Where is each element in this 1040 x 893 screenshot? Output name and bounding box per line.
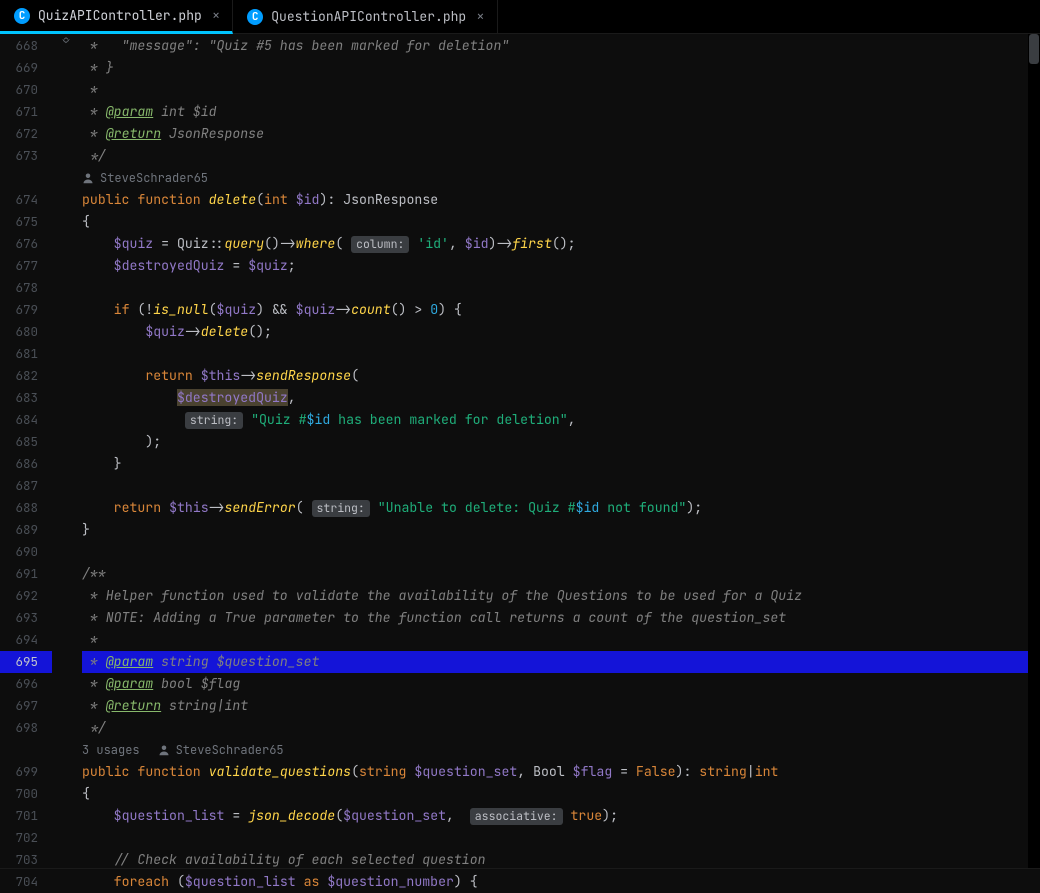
code-line[interactable]: ); bbox=[82, 431, 1040, 453]
tab-bar: C QuizAPIController.php × C QuestionAPIC… bbox=[0, 0, 1040, 34]
line-number: 676 bbox=[0, 233, 52, 255]
line-number: 679 bbox=[0, 299, 52, 321]
code-line[interactable]: } bbox=[82, 519, 1040, 541]
code-line[interactable]: * Helper function used to validate the a… bbox=[82, 585, 1040, 607]
code-line[interactable]: */ bbox=[82, 717, 1040, 739]
line-number: 675 bbox=[0, 211, 52, 233]
line-number: 684 bbox=[0, 409, 52, 431]
code-line[interactable]: * @param int $id bbox=[82, 101, 1040, 123]
line-number bbox=[0, 167, 52, 189]
code-line[interactable]: * @param bool $flag bbox=[82, 673, 1040, 695]
code-line[interactable]: * @return string|int bbox=[82, 695, 1040, 717]
line-number-gutter: 6686696706716726736746756766776786796806… bbox=[0, 34, 52, 868]
code-line[interactable]: * bbox=[82, 629, 1040, 651]
code-line[interactable]: $quiz = Quiz::query()->where( column: 'i… bbox=[82, 233, 1040, 255]
line-number: 702 bbox=[0, 827, 52, 849]
line-number: 692 bbox=[0, 585, 52, 607]
line-number: 673 bbox=[0, 145, 52, 167]
tab-quiz-api[interactable]: C QuizAPIController.php × bbox=[0, 0, 233, 34]
line-number: 704 bbox=[0, 871, 52, 893]
php-class-icon: C bbox=[14, 8, 30, 24]
code-line[interactable]: * bbox=[82, 79, 1040, 101]
line-number bbox=[0, 739, 52, 761]
line-number: 687 bbox=[0, 475, 52, 497]
editor: 6686696706716726736746756766776786796806… bbox=[0, 34, 1040, 868]
line-number: 670 bbox=[0, 79, 52, 101]
line-number: 674 bbox=[0, 189, 52, 211]
line-number: 683 bbox=[0, 387, 52, 409]
code-line[interactable]: } bbox=[82, 453, 1040, 475]
line-number: 689 bbox=[0, 519, 52, 541]
code-line[interactable]: * @return JsonResponse bbox=[82, 123, 1040, 145]
line-number: 695 bbox=[0, 651, 52, 673]
code-line[interactable]: public function delete(int $id): JsonRes… bbox=[82, 189, 1040, 211]
line-number: 700 bbox=[0, 783, 52, 805]
php-class-icon: C bbox=[247, 9, 263, 25]
code-line[interactable]: { bbox=[82, 783, 1040, 805]
code-line[interactable] bbox=[82, 827, 1040, 849]
code-line[interactable]: $question_list = json_decode($question_s… bbox=[82, 805, 1040, 827]
tab-question-api[interactable]: C QuestionAPIController.php × bbox=[233, 0, 497, 33]
fold-column: ⌵⌄⌄⌃⌃⌃⌵⌄ bbox=[52, 34, 82, 868]
code-line[interactable]: return $this->sendResponse( bbox=[82, 365, 1040, 387]
code-line[interactable]: { bbox=[82, 211, 1040, 233]
line-number: 677 bbox=[0, 255, 52, 277]
line-number: 678 bbox=[0, 277, 52, 299]
code-line[interactable]: $quiz->delete(); bbox=[82, 321, 1040, 343]
fold-toggle-icon[interactable]: ⌄ bbox=[60, 34, 72, 46]
line-number: 703 bbox=[0, 849, 52, 871]
code-line[interactable]: * "message": "Quiz #5 has been marked fo… bbox=[82, 35, 1040, 57]
line-number: 682 bbox=[0, 365, 52, 387]
line-number: 688 bbox=[0, 497, 52, 519]
vertical-scrollbar[interactable] bbox=[1028, 34, 1040, 868]
code-line[interactable]: * } bbox=[82, 57, 1040, 79]
code-line[interactable]: /** bbox=[82, 563, 1040, 585]
line-number: 694 bbox=[0, 629, 52, 651]
line-number: 668 bbox=[0, 35, 52, 57]
tab-label: QuestionAPIController.php bbox=[271, 8, 466, 25]
line-number: 686 bbox=[0, 453, 52, 475]
code-line[interactable] bbox=[82, 475, 1040, 497]
code-line[interactable]: foreach ($question_list as $question_num… bbox=[82, 871, 1040, 893]
line-number: 681 bbox=[0, 343, 52, 365]
close-icon[interactable]: × bbox=[210, 9, 222, 23]
code-line[interactable]: */ bbox=[82, 145, 1040, 167]
line-number: 701 bbox=[0, 805, 52, 827]
close-icon[interactable]: × bbox=[474, 10, 486, 24]
line-number: 698 bbox=[0, 717, 52, 739]
code-line[interactable]: // Check availability of each selected q… bbox=[82, 849, 1040, 871]
code-line[interactable]: * NOTE: Adding a True parameter to the f… bbox=[82, 607, 1040, 629]
line-number: 685 bbox=[0, 431, 52, 453]
code-line[interactable] bbox=[82, 541, 1040, 563]
code-line[interactable]: * @param string $question_set bbox=[82, 651, 1040, 673]
line-number: 690 bbox=[0, 541, 52, 563]
code-line[interactable] bbox=[82, 277, 1040, 299]
code-line[interactable]: if (!is_null($quiz) && $quiz->count() > … bbox=[82, 299, 1040, 321]
line-number: 672 bbox=[0, 123, 52, 145]
code-line[interactable]: $destroyedQuiz, bbox=[82, 387, 1040, 409]
code-line[interactable]: $destroyedQuiz = $quiz; bbox=[82, 255, 1040, 277]
line-number: 699 bbox=[0, 761, 52, 783]
scrollbar-thumb[interactable] bbox=[1029, 34, 1039, 64]
code-line[interactable]: string: "Quiz #$id has been marked for d… bbox=[82, 409, 1040, 431]
code-line[interactable]: public function validate_questions(strin… bbox=[82, 761, 1040, 783]
code-area[interactable]: * "message": "Quiz #5 has been marked fo… bbox=[82, 34, 1040, 868]
line-number: 671 bbox=[0, 101, 52, 123]
line-number: 693 bbox=[0, 607, 52, 629]
line-number: 697 bbox=[0, 695, 52, 717]
line-number: 696 bbox=[0, 673, 52, 695]
code-line[interactable] bbox=[82, 343, 1040, 365]
tab-label: QuizAPIController.php bbox=[38, 7, 202, 24]
line-number: 669 bbox=[0, 57, 52, 79]
line-number: 680 bbox=[0, 321, 52, 343]
code-line[interactable]: return $this->sendError( string: "Unable… bbox=[82, 497, 1040, 519]
line-number: 691 bbox=[0, 563, 52, 585]
